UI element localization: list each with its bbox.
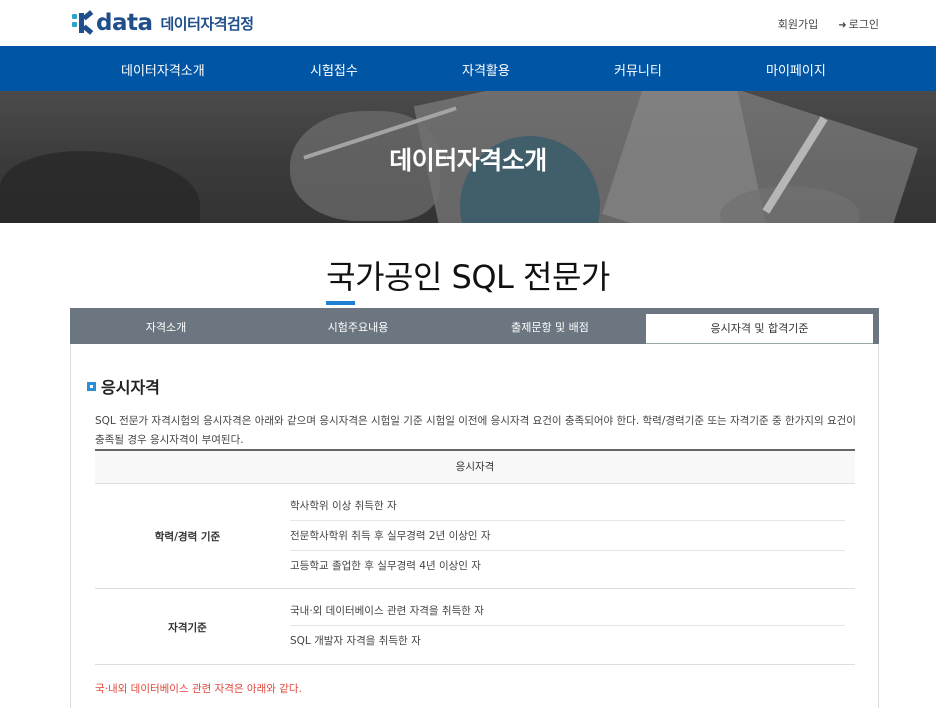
eligibility-table: 응시자격 학력/경력 기준 학사학위 이상 취득한 자 전문학사학위 취득 후 … (95, 449, 855, 665)
kdata-logo[interactable]: data 데이터자격검정 (72, 10, 254, 36)
list-item: 학사학위 이상 취득한 자 (290, 491, 845, 521)
table-row: 자격기준 국내·외 데이터베이스 관련 자격을 취득한 자 SQL 개발자 자격… (95, 589, 855, 665)
page-title: 국가공인 SQL 전문가 (0, 252, 936, 305)
content-panel: 응시자격 SQL 전문가 자격시험의 응시자격은 아래와 같으며 응시자격은 시… (70, 344, 879, 708)
section-description: SQL 전문가 자격시험의 응시자격은 아래와 같으며 응시자격은 시험일 기준… (95, 415, 856, 446)
nav-item-intro[interactable]: 데이터자격소개 (121, 60, 205, 79)
nav-item-usage[interactable]: 자격활용 (462, 60, 510, 79)
k-logo-icon (72, 10, 94, 35)
main-nav: 데이터자격소개 시험접수 자격활용 커뮤니티 마이페이지 (0, 46, 936, 91)
logo-subtitle: 데이터자격검정 (160, 14, 255, 33)
login-label: 로그인 (848, 18, 879, 31)
row-label-certification: 자격기준 (168, 622, 207, 634)
table-row: 학력/경력 기준 학사학위 이상 취득한 자 전문학사학위 취득 후 실무경력 … (95, 484, 855, 589)
page-title-first-char: 국 (326, 252, 356, 305)
list-item: SQL 개발자 자격을 취득한 자 (290, 635, 421, 647)
square-bullet-icon (87, 381, 96, 391)
row-label-education: 학력/경력 기준 (154, 531, 221, 543)
content-tabs: 자격소개 시험주요내용 출제문항 및 배점 응시자격 및 합격기준 (70, 308, 879, 344)
hero-title: 데이터자격소개 (389, 146, 547, 175)
top-header: data 데이터자격검정 회원가입 ➜ 로그인 (0, 0, 936, 46)
section-title: 응시자격 (87, 374, 160, 398)
nav-item-mypage[interactable]: 마이페이지 (766, 60, 826, 79)
list-item: 고등학교 졸업한 후 실무경력 4년 이상인 자 (290, 560, 481, 572)
list-item: 전문학사학위 취득 후 실무경력 2년 이상인 자 (290, 521, 845, 551)
signup-link[interactable]: 회원가입 (778, 16, 818, 32)
utility-links: 회원가입 ➜ 로그인 (778, 16, 879, 32)
list-item: 국내·외 데이터베이스 관련 자격을 취득한 자 (290, 596, 845, 626)
tab-intro[interactable]: 자격소개 (70, 308, 262, 344)
login-link[interactable]: ➜ 로그인 (838, 16, 879, 32)
hero-banner: 데이터자격소개 (0, 91, 936, 223)
tab-questions-scoring[interactable]: 출제문항 및 배점 (454, 308, 646, 344)
section-title-text: 응시자격 (101, 378, 160, 397)
nav-item-apply[interactable]: 시험접수 (310, 60, 358, 79)
note-text: 국·내외 데이터베이스 관련 자격은 아래와 같다. (95, 683, 302, 695)
login-icon: ➜ (838, 20, 847, 31)
logo-text: data (96, 10, 153, 36)
tab-eligibility-criteria[interactable]: 응시자격 및 합격기준 (646, 314, 873, 344)
tab-exam-content[interactable]: 시험주요내용 (262, 308, 454, 344)
table-header: 응시자격 (95, 449, 855, 484)
page-title-rest: 가공인 SQL 전문가 (355, 258, 610, 296)
nav-item-community[interactable]: 커뮤니티 (614, 60, 662, 79)
